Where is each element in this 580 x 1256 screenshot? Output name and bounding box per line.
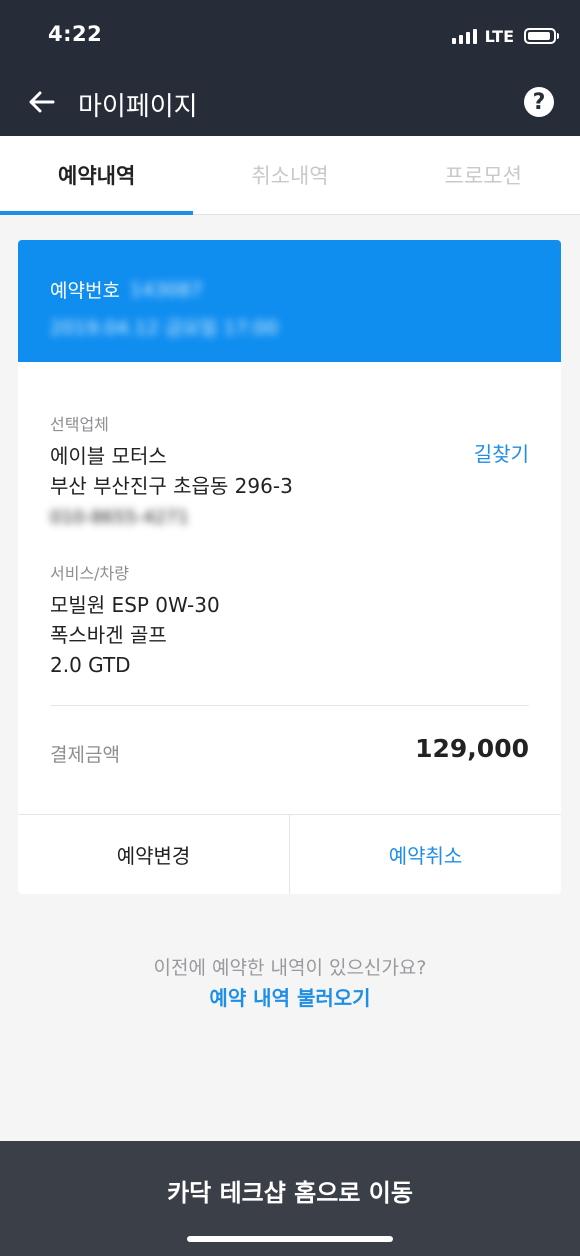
tab-reservations[interactable]: 예약내역 [0,136,194,215]
reservation-number-row: 예약번호 143087 [50,276,529,303]
payment-amount: 129,000 [415,734,529,763]
payment-label: 결제금액 [50,744,120,766]
reservation-card-header: 예약번호 143087 2019.04.12 금요일 17:00 [18,240,561,362]
shop-phone[interactable]: 010-8655-4271 [50,503,530,533]
reservation-actions: 예약변경 예약취소 [18,814,561,894]
reservation-number-value: 143087 [129,278,203,301]
battery-icon [524,28,559,44]
arrow-left-icon [29,91,55,113]
cancel-reservation-button[interactable]: 예약취소 [290,815,561,894]
shop-address: 부산 부산진구 초읍동 296-3 [50,474,293,498]
home-indicator[interactable] [187,1236,393,1242]
previous-reservation-question: 이전에 예약한 내역이 있으신가요? [153,957,427,979]
shop-label: 선택업체 [50,415,109,434]
change-reservation-button[interactable]: 예약변경 [18,815,290,894]
bottom-bar: 카닥 테크샵 홈으로 이동 [0,1141,580,1256]
reservation-datetime: 2019.04.12 금요일 17:00 [50,317,279,339]
back-button[interactable] [24,84,60,120]
network-type: LTE [484,26,514,46]
status-time: 4:22 [48,22,103,46]
reservation-card: 예약번호 143087 2019.04.12 금요일 17:00 선택업체 에이… [18,240,561,894]
page-title: 마이페이지 [78,92,198,122]
battery-level [528,32,550,40]
service-line: 모빌원 ESP 0W-30 [50,593,220,617]
find-way-link[interactable]: 길찾기 [474,438,529,467]
service-line: 폭스바겐 골프 [50,623,167,647]
top-app-bar: 4:22 LTE 마이페이지 ? [0,0,580,136]
shop-section: 선택업체 에이블 모터스 부산 부산진구 초읍동 296-3 010-8655-… [50,411,530,533]
service-line: 2.0 GTD [50,653,131,677]
divider [50,705,529,706]
shop-name: 에이블 모터스 [50,444,167,468]
status-indicators: LTE [451,24,559,48]
go-to-techshop-home-button[interactable]: 카닥 테크샵 홈으로 이동 [0,1141,580,1239]
tab-cancellations[interactable]: 취소내역 [193,136,386,214]
signal-icon [451,28,477,44]
question-mark-icon: ? [532,89,546,115]
reservation-number-label: 예약번호 [50,280,120,302]
help-button[interactable]: ? [524,87,554,117]
tab-bar: 예약내역 취소내역 프로모션 [0,136,580,215]
tab-promotions[interactable]: 프로모션 [387,136,580,214]
service-label: 서비스/차량 [50,564,129,583]
screen: 4:22 LTE 마이페이지 ? 예약내역 취소내역 프로모션 예약번호 143… [0,0,580,1256]
load-previous-reservations-link[interactable]: 예약 내역 불러오기 [0,982,580,1011]
service-section: 서비스/차량 모빌원 ESP 0W-30 폭스바겐 골프 2.0 GTD [50,560,530,680]
